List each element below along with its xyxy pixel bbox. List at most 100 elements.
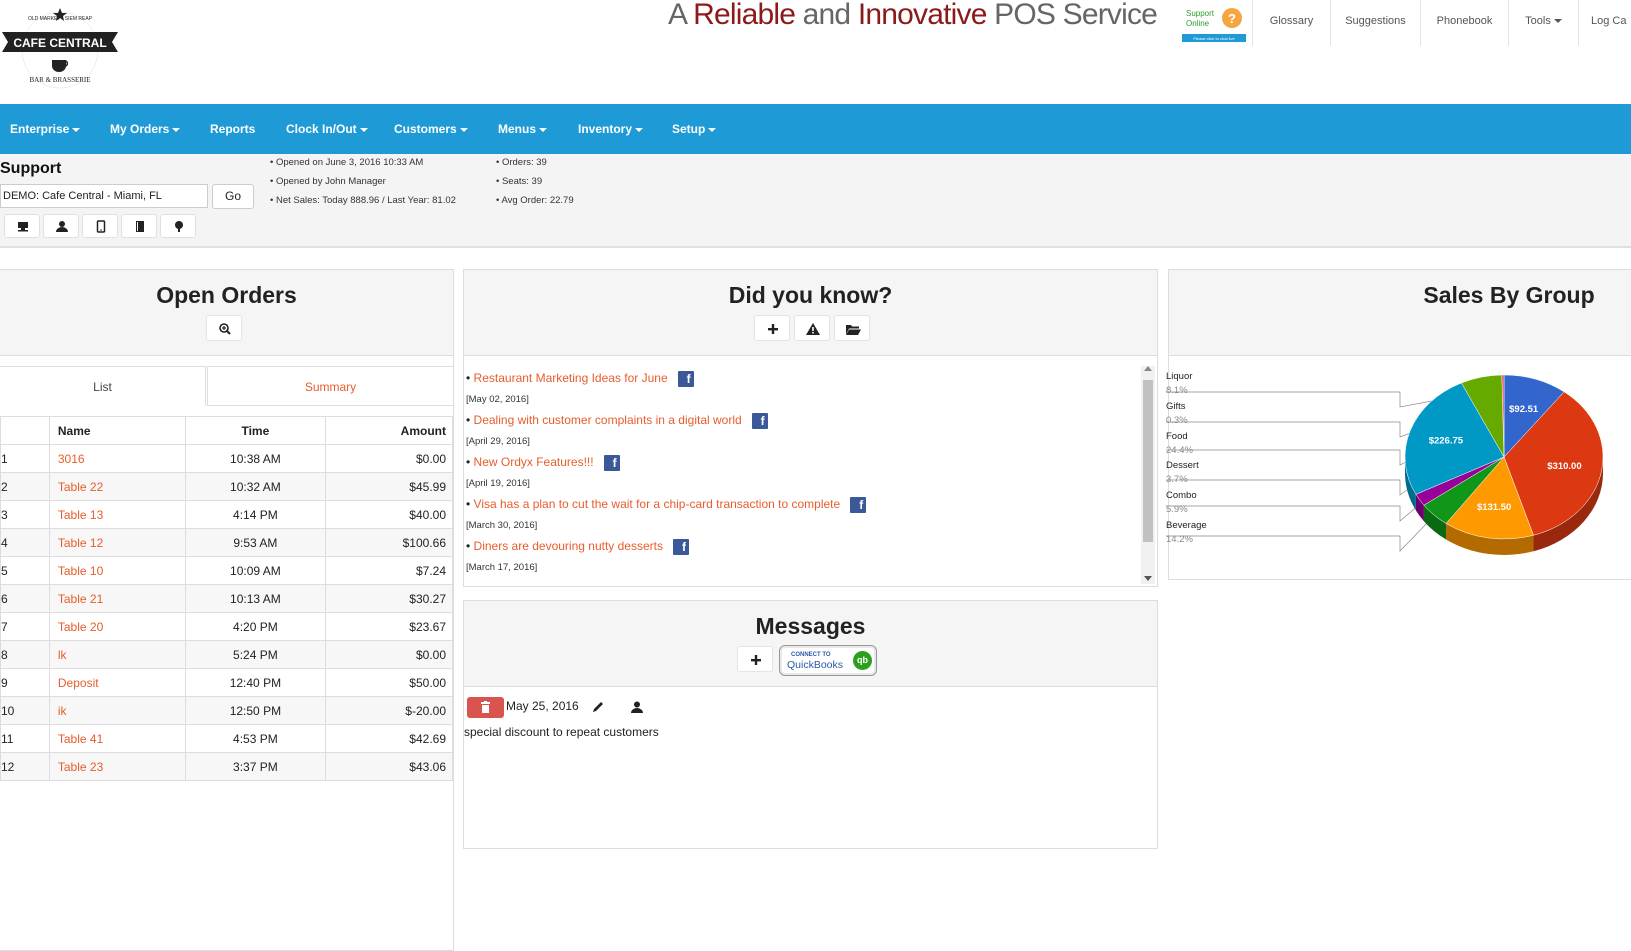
stat-opened-on: • Opened on June 3, 2016 10:33 AM (270, 157, 424, 168)
top-link-logout[interactable]: Log Ca (1578, 0, 1631, 46)
stat-seats: • Seats: 39 (496, 176, 543, 187)
news-date: [March 30, 2016] (466, 520, 538, 531)
search-orders-button[interactable] (206, 315, 242, 341)
tagline-segment: Innovative (857, 0, 988, 31)
nav-customers[interactable]: Customers (394, 122, 468, 136)
scroll-down-icon[interactable] (1144, 576, 1152, 581)
news-link[interactable]: Visa has a plan to cut the wait for a ch… (474, 497, 841, 511)
news-link[interactable]: Dealing with customer complaints in a di… (474, 413, 742, 427)
order-time: 5:24 PM (184, 640, 327, 669)
open-folder-button[interactable] (834, 315, 870, 341)
order-time: 12:50 PM (184, 696, 327, 725)
pos-terminal-button[interactable] (4, 214, 40, 238)
employee-button[interactable] (43, 214, 79, 238)
news-item: • Visa has a plan to cut the wait for a … (466, 497, 867, 513)
message-body: special discount to repeat customers (464, 725, 659, 739)
facebook-icon[interactable]: f (672, 539, 689, 555)
manual-button[interactable] (121, 214, 157, 238)
top-link-suggestions[interactable]: Suggestions (1330, 0, 1420, 46)
table-row[interactable]: 7 Table 20 4:20 PM $23.67 (0, 612, 453, 641)
alert-button[interactable] (794, 315, 830, 341)
delete-message-button[interactable] (467, 697, 504, 718)
chevron-down-icon (72, 127, 81, 132)
scroll-up-icon[interactable] (1144, 366, 1152, 371)
news-item: • Diners are devouring nutty desserts f (466, 539, 689, 555)
order-name-link[interactable]: Deposit (48, 668, 186, 697)
facebook-icon[interactable]: f (751, 413, 768, 429)
top-link-phonebook[interactable]: Phonebook (1420, 0, 1508, 46)
connect-quickbooks-button[interactable]: CONNECT TO QuickBooks qb (779, 645, 877, 676)
row-number: 6 (0, 584, 50, 613)
news-scrollbar[interactable] (1141, 366, 1155, 584)
header: CAFE CENTRAL OLD MARKET · SIEM REAP BAR … (0, 0, 1631, 100)
order-amount: $0.00 (325, 640, 453, 669)
add-message-button[interactable] (737, 646, 773, 672)
location-input[interactable] (0, 184, 208, 208)
table-row[interactable]: 10 ik 12:50 PM $-20.00 (0, 696, 453, 725)
bullet: • (466, 413, 474, 428)
table-row[interactable]: 8 lk 5:24 PM $0.00 (0, 640, 453, 669)
news-date: [March 17, 2016] (466, 562, 538, 573)
cafe-central-logo[interactable]: CAFE CENTRAL OLD MARKET · SIEM REAP BAR … (2, 4, 118, 90)
warning-icon (806, 323, 820, 335)
pie-slice-label: $92.51 (1509, 404, 1539, 415)
news-link[interactable]: Restaurant Marketing Ideas for June (474, 371, 668, 385)
go-button[interactable]: Go (212, 184, 254, 209)
stat-avg-order: • Avg Order: 22.79 (496, 195, 574, 206)
order-name-link[interactable]: Table 21 (48, 584, 186, 613)
row-number: 8 (0, 640, 50, 669)
trash-icon (481, 701, 490, 713)
tree-icon (175, 221, 183, 232)
bullet: • (466, 455, 474, 470)
order-name-link[interactable]: ik (48, 696, 186, 725)
nav-inventory[interactable]: Inventory (578, 122, 644, 136)
news-item: • Restaurant Marketing Ideas for June f (466, 371, 694, 387)
table-row[interactable]: 9 Deposit 12:40 PM $50.00 (0, 668, 453, 697)
nav-menus[interactable]: Menus (498, 122, 548, 136)
nav-setup[interactable]: Setup (672, 122, 717, 136)
support-line2: Online (1186, 19, 1210, 28)
logo-arc-bottom: BAR & BRASSERIE (29, 76, 90, 84)
facebook-icon[interactable]: f (850, 497, 867, 513)
support-sub: Please click to chat live (1193, 36, 1235, 41)
messages-title: Messages (755, 613, 866, 639)
order-name-link[interactable]: Table 23 (48, 752, 186, 781)
nav-clock-in-out[interactable]: Clock In/Out (286, 122, 368, 136)
top-link-glossary[interactable]: Glossary (1252, 0, 1330, 46)
news-link[interactable]: New Ordyx Features!!! (474, 455, 594, 469)
table-row[interactable]: 6 Table 21 10:13 AM $30.27 (0, 584, 453, 613)
tree-button[interactable] (160, 214, 196, 238)
scroll-thumb[interactable] (1143, 380, 1153, 542)
chevron-down-icon (539, 127, 548, 132)
table-row[interactable]: 11 Table 41 4:53 PM $42.69 (0, 724, 453, 753)
nav-reports[interactable]: Reports (210, 122, 255, 136)
news-link[interactable]: Diners are devouring nutty desserts (474, 539, 663, 553)
nav-enterprise[interactable]: Enterprise (10, 122, 81, 136)
order-time: 12:40 PM (184, 668, 327, 697)
top-link-tools[interactable]: Tools (1508, 0, 1578, 46)
stat-opened-by: • Opened by John Manager (270, 176, 386, 187)
row-number: 9 (0, 668, 50, 697)
nav-my-orders[interactable]: My Orders (110, 122, 181, 136)
messages-panel: Messages CONNECT TO QuickBooks qb May 25… (463, 600, 1158, 849)
order-time: 3:37 PM (184, 752, 327, 781)
message-author-button[interactable] (630, 700, 644, 719)
store-info: Support Go • Opened on June 3, 2016 10:3… (0, 154, 1631, 248)
order-name-link[interactable]: lk (48, 640, 186, 669)
order-amount: $43.06 (325, 752, 453, 781)
order-name-link[interactable]: Table 20 (48, 612, 186, 641)
order-name-link[interactable]: Table 41 (48, 724, 186, 753)
order-time: 4:53 PM (184, 724, 327, 753)
support-online-badge[interactable]: ? Support Online Please click to chat li… (1182, 4, 1248, 42)
facebook-icon[interactable]: f (603, 455, 620, 471)
open-orders-title: Open Orders (156, 282, 297, 308)
mobile-button[interactable] (82, 214, 118, 238)
sales-pie-chart: $92.51 $310.00 $131.50 $226.75 (1166, 374, 1604, 555)
facebook-icon[interactable]: f (677, 371, 694, 387)
edit-message-button[interactable] (591, 700, 605, 719)
plus-icon (751, 655, 761, 665)
tagline-segment: and (795, 0, 858, 31)
news-date: [April 19, 2016] (466, 478, 530, 489)
table-row[interactable]: 12 Table 23 3:37 PM $43.06 (0, 752, 453, 781)
add-tip-button[interactable] (754, 315, 790, 341)
